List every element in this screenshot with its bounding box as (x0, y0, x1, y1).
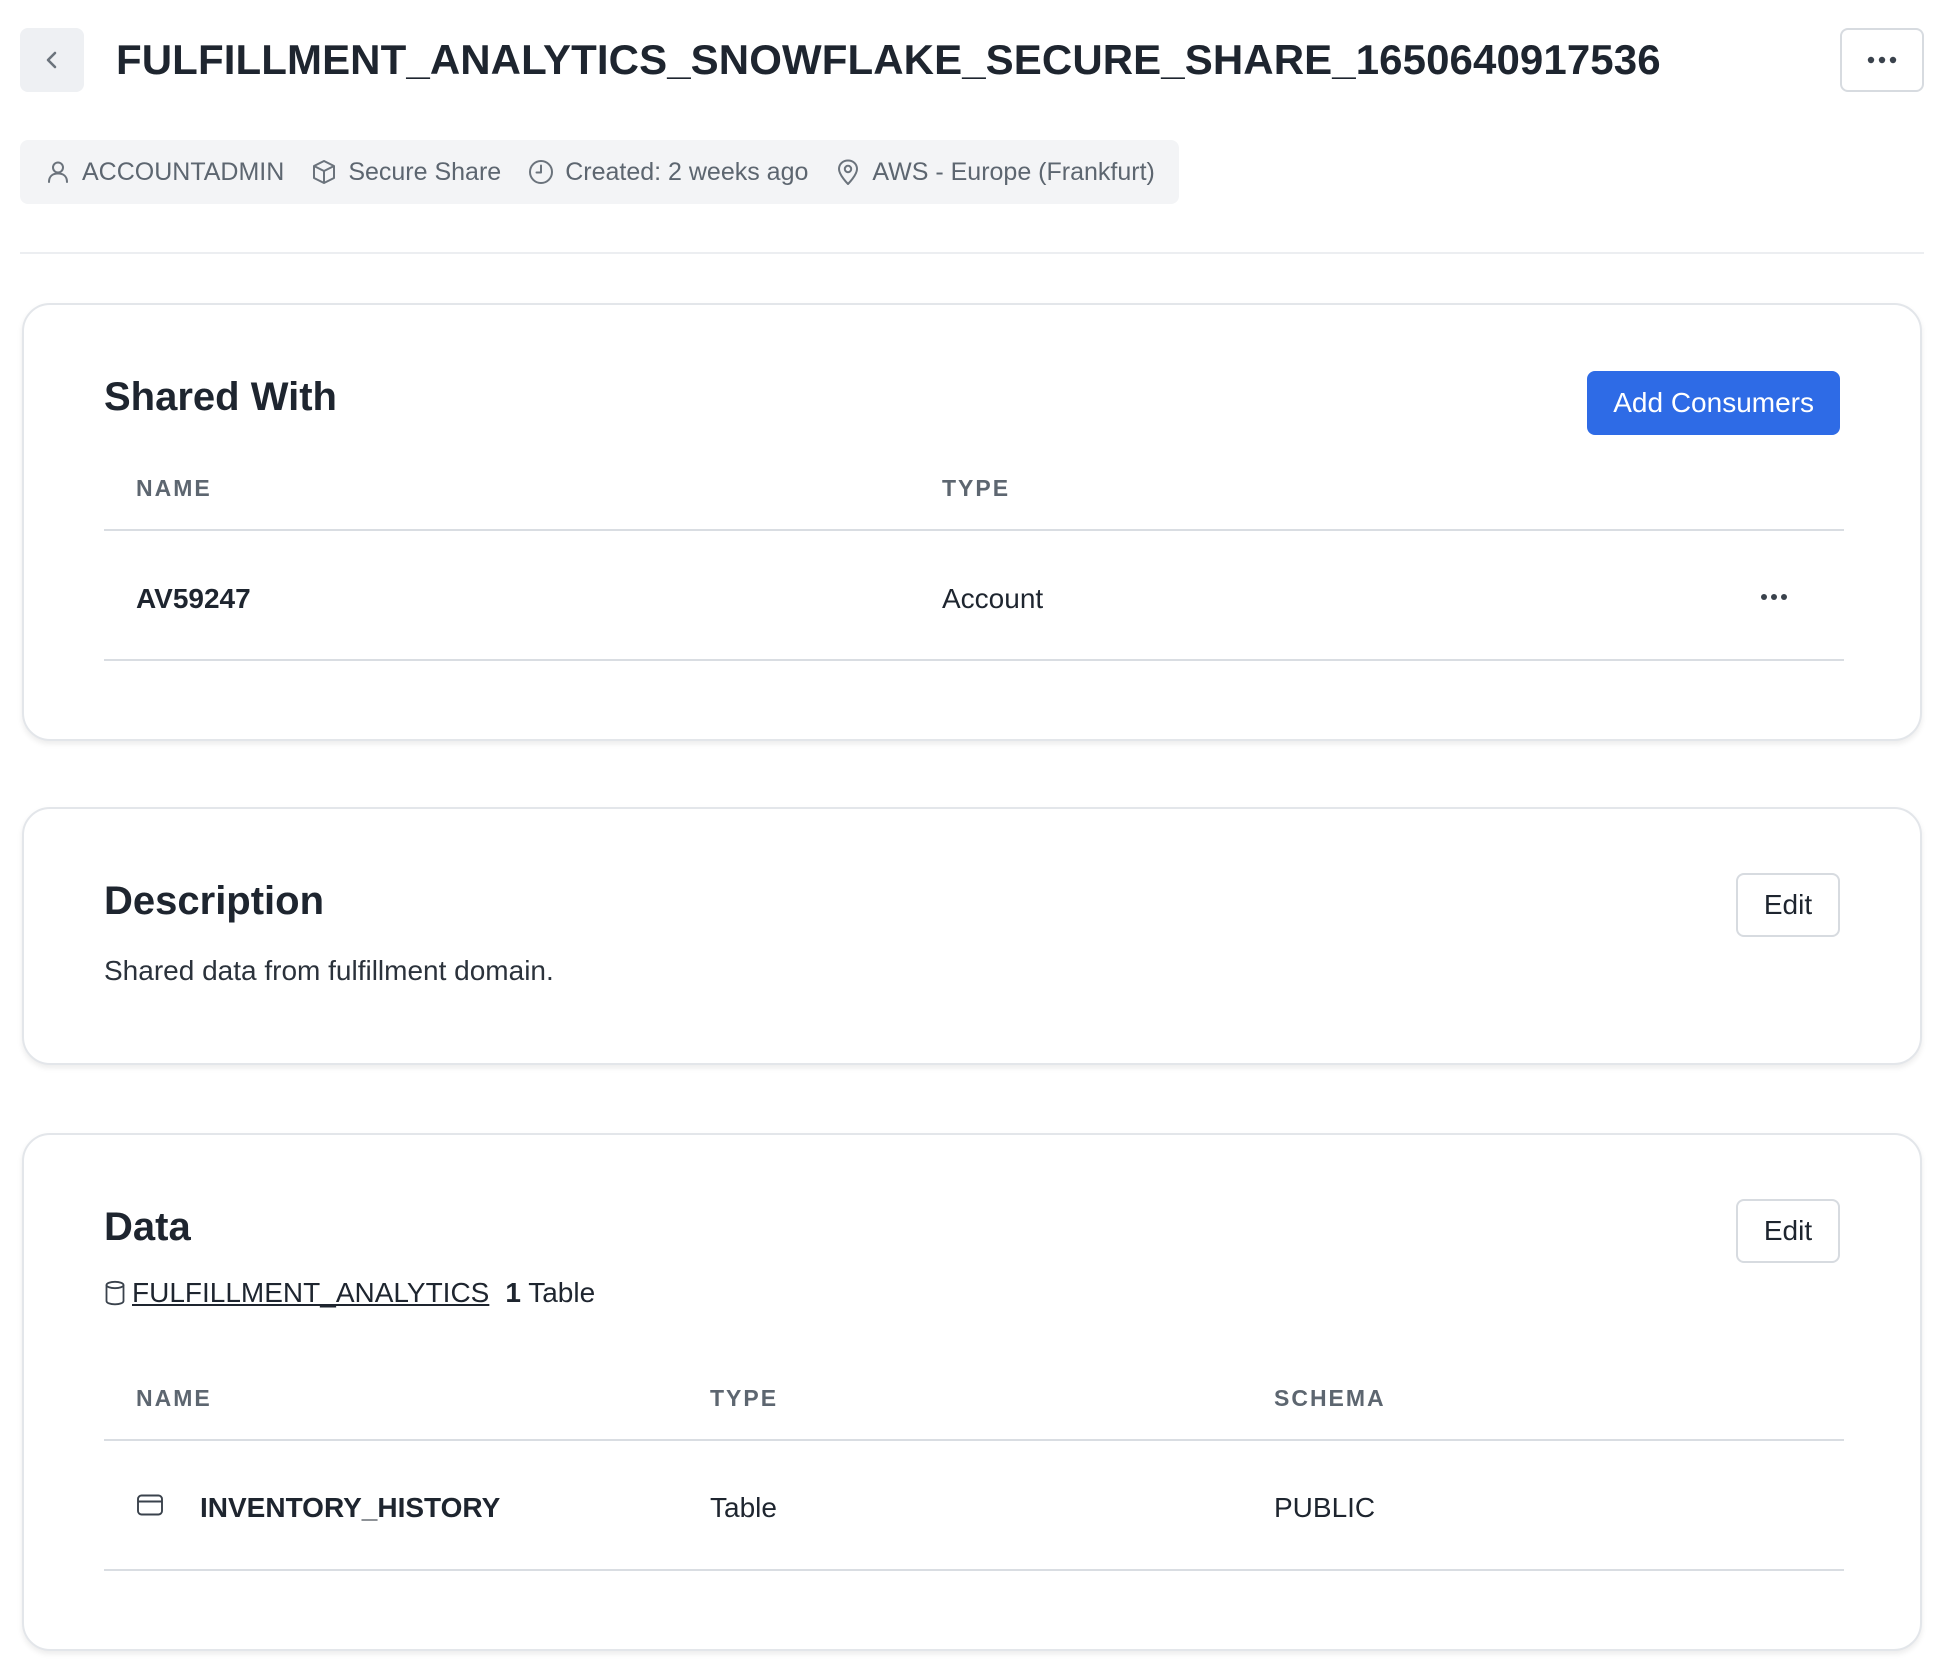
shared-with-card: Shared With Add Consumers NAME TYPE AV59… (22, 303, 1922, 741)
location-pin-icon (838, 159, 859, 185)
description-text: Shared data from fulfillment domain. (104, 955, 554, 986)
meta-kind-label: Secure Share (348, 157, 502, 186)
share-meta-bar: ACCOUNTADMIN Secure Share Created: 2 wee… (20, 140, 1179, 204)
back-button[interactable] (20, 28, 84, 92)
description-card: Description Edit Shared data from fulfil… (22, 807, 1922, 1065)
consumer-type: Account (942, 583, 1044, 614)
meta-region: AWS - Europe (Frankfurt) (834, 157, 1155, 187)
column-header-name: NAME (136, 475, 212, 501)
page-title: FULFILLMENT_ANALYTICS_SNOWFLAKE_SECURE_S… (116, 36, 1661, 83)
header-divider (20, 252, 1924, 254)
description-title: Description (104, 879, 325, 923)
ellipsis-icon (1761, 594, 1787, 600)
table-count: 1 Table (505, 1277, 595, 1309)
chevron-left-icon (46, 51, 57, 69)
data-card: Data Edit FULFILLMENT_ANALYTICS 1 Table … (22, 1133, 1922, 1651)
table-icon (137, 1494, 163, 1516)
table-header-divider (104, 529, 1844, 531)
share-details-page: FULFILLMENT_ANALYTICS_SNOWFLAKE_SECURE_S… (0, 0, 1944, 1672)
meta-created-label: Created: 2 weeks ago (565, 157, 809, 186)
meta-role: ACCOUNTADMIN (44, 158, 284, 187)
cube-icon (313, 160, 336, 184)
object-name[interactable]: INVENTORY_HISTORY (200, 1492, 500, 1524)
meta-region-label: AWS - Europe (Frankfurt) (872, 157, 1155, 186)
column-header-type: TYPE (942, 475, 1011, 501)
table-row-divider (104, 659, 1844, 661)
consumer-name: AV59247 (136, 583, 251, 614)
database-link[interactable]: FULFILLMENT_ANALYTICS (132, 1277, 489, 1309)
table-count-number: 1 (505, 1277, 521, 1308)
meta-kind: Secure Share (310, 158, 501, 187)
user-icon (48, 161, 68, 183)
column-header-name: NAME (136, 1385, 212, 1411)
database-summary: FULFILLMENT_ANALYTICS 1 Table (104, 1277, 595, 1309)
meta-created: Created: 2 weeks ago (527, 158, 808, 187)
clock-icon (529, 160, 554, 184)
table-count-label: Table (528, 1277, 596, 1308)
column-header-type: TYPE (710, 1385, 779, 1411)
row-actions-button[interactable] (1754, 585, 1794, 609)
edit-data-button[interactable]: Edit (1736, 1199, 1840, 1263)
shared-with-title: Shared With (104, 375, 337, 419)
edit-description-button[interactable]: Edit (1736, 873, 1840, 937)
database-icon (105, 1280, 125, 1306)
object-schema: PUBLIC (1274, 1492, 1376, 1523)
column-header-schema: SCHEMA (1274, 1385, 1386, 1411)
ellipsis-icon (1867, 56, 1897, 64)
meta-role-label: ACCOUNTADMIN (82, 157, 285, 186)
object-type: Table (710, 1492, 777, 1523)
data-title: Data (104, 1205, 191, 1249)
add-consumers-button[interactable]: Add Consumers (1587, 371, 1840, 435)
table-header-divider (104, 1439, 1844, 1441)
more-actions-button[interactable] (1840, 28, 1924, 92)
table-row-divider (104, 1569, 1844, 1571)
